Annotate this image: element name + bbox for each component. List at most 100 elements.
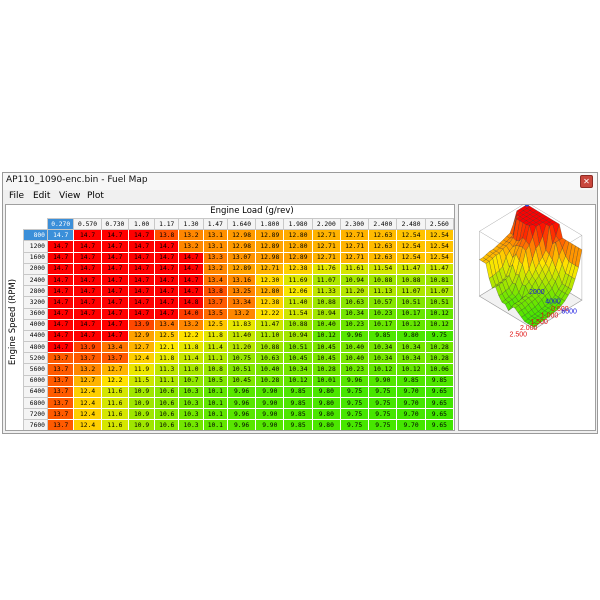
map-cell[interactable]: 12.54 — [396, 251, 426, 264]
map-cell[interactable]: 10.34 — [368, 352, 398, 365]
map-cell[interactable]: 14.7 — [128, 285, 156, 298]
map-cell[interactable]: 9.85 — [283, 385, 313, 399]
map-cell[interactable]: 14.7 — [154, 285, 180, 298]
map-cell[interactable]: 14.7 — [46, 307, 75, 320]
map-cell[interactable]: 13.07 — [226, 251, 257, 264]
map-cell[interactable]: 10.3 — [178, 419, 204, 430]
map-cell[interactable]: 9.65 — [424, 408, 454, 421]
map-cell[interactable]: 14.7 — [73, 229, 102, 242]
map-cell[interactable]: 10.88 — [255, 341, 285, 354]
row-header[interactable]: 3600 — [23, 307, 48, 320]
map-cell[interactable]: 14.7 — [100, 273, 130, 287]
map-cell[interactable]: 12.71 — [339, 229, 370, 242]
map-cell[interactable]: 10.51 — [424, 296, 454, 309]
map-cell[interactable]: 12.71 — [339, 251, 370, 264]
map-cell[interactable]: 12.54 — [396, 229, 426, 242]
map-cell[interactable]: 14.7 — [128, 262, 156, 275]
map-cell[interactable]: 9.75 — [339, 396, 370, 410]
map-cell[interactable]: 14.7 — [128, 229, 156, 242]
map-cell[interactable]: 11.61 — [339, 262, 370, 275]
map-cell[interactable]: 10.40 — [339, 341, 370, 354]
map-cell[interactable]: 11.6 — [100, 396, 130, 410]
map-cell[interactable]: 14.7 — [73, 262, 102, 275]
map-cell[interactable]: 14.7 — [73, 273, 102, 287]
row-header[interactable]: 3200 — [23, 296, 48, 309]
map-cell[interactable]: 14.7 — [73, 285, 102, 298]
map-cell[interactable]: 10.34 — [339, 307, 370, 320]
map-cell[interactable]: 14.8 — [178, 296, 204, 309]
map-cell[interactable]: 12.4 — [128, 352, 156, 365]
map-cell[interactable]: 9.75 — [368, 408, 398, 421]
map-cell[interactable]: 9.96 — [226, 419, 257, 430]
map-cell[interactable]: 13.2 — [202, 262, 228, 275]
map-cell[interactable]: 9.65 — [424, 396, 454, 410]
map-cell[interactable]: 14.7 — [46, 229, 75, 242]
map-cell[interactable]: 10.51 — [283, 341, 313, 354]
column-header[interactable]: 0.570 — [73, 217, 102, 231]
map-cell[interactable]: 14.7 — [46, 273, 75, 287]
map-cell[interactable]: 10.88 — [311, 296, 341, 309]
map-cell[interactable]: 10.45 — [283, 352, 313, 365]
map-cell[interactable]: 14.7 — [100, 285, 130, 298]
row-header[interactable]: 4800 — [23, 341, 48, 354]
map-cell[interactable]: 10.75 — [226, 352, 257, 365]
map-cell[interactable]: 10.1 — [202, 396, 228, 410]
map-cell[interactable]: 10.3 — [178, 408, 204, 421]
row-header[interactable]: 5200 — [23, 352, 48, 365]
map-cell[interactable]: 10.9 — [128, 408, 156, 421]
map-cell[interactable]: 10.12 — [396, 363, 426, 376]
map-cell[interactable]: 9.96 — [226, 408, 257, 421]
map-cell[interactable]: 10.40 — [311, 318, 341, 331]
map-cell[interactable]: 14.7 — [100, 318, 130, 331]
map-cell[interactable]: 12.9 — [128, 329, 156, 343]
map-cell[interactable]: 14.7 — [154, 240, 180, 253]
map-cell[interactable]: 12.1 — [154, 341, 180, 354]
map-cell[interactable]: 14.7 — [73, 307, 102, 320]
map-cell[interactable]: 10.45 — [226, 374, 257, 387]
map-cell[interactable]: 12.4 — [73, 385, 102, 399]
map-cell[interactable]: 12.4 — [73, 396, 102, 410]
map-cell[interactable]: 14.7 — [128, 307, 156, 320]
column-header[interactable]: 2.400 — [368, 217, 398, 231]
map-cell[interactable]: 11.47 — [424, 262, 454, 275]
map-cell[interactable]: 10.34 — [396, 352, 426, 365]
map-cell[interactable]: 14.7 — [100, 262, 130, 275]
map-cell[interactable]: 9.75 — [368, 419, 398, 430]
map-cell[interactable]: 12.30 — [255, 273, 285, 287]
map-cell[interactable]: 11.20 — [226, 341, 257, 354]
map-cell[interactable]: 9.85 — [368, 329, 398, 343]
map-cell[interactable]: 14.7 — [100, 296, 130, 309]
column-header[interactable]: 2.300 — [339, 217, 370, 231]
map-cell[interactable]: 10.34 — [283, 363, 313, 376]
map-cell[interactable]: 10.3 — [178, 385, 204, 399]
map-cell[interactable]: 12.63 — [368, 229, 398, 242]
map-cell[interactable]: 10.94 — [339, 273, 370, 287]
map-cell[interactable]: 11.40 — [226, 329, 257, 343]
map-cell[interactable]: 11.6 — [100, 419, 130, 430]
map-cell[interactable]: 9.85 — [283, 396, 313, 410]
column-header[interactable]: 1.800 — [255, 217, 285, 231]
map-cell[interactable]: 14.7 — [100, 229, 130, 242]
map-cell[interactable]: 13.25 — [226, 285, 257, 298]
map-cell[interactable]: 10.63 — [339, 296, 370, 309]
map-cell[interactable]: 14.7 — [73, 251, 102, 264]
map-cell[interactable]: 11.3 — [154, 363, 180, 376]
map-cell[interactable]: 10.51 — [226, 363, 257, 376]
map-cell[interactable]: 9.90 — [255, 396, 285, 410]
map-cell[interactable]: 13.2 — [178, 240, 204, 253]
map-cell[interactable]: 9.80 — [311, 419, 341, 430]
map-cell[interactable]: 12.4 — [73, 419, 102, 430]
map-cell[interactable]: 9.80 — [311, 396, 341, 410]
row-header[interactable]: 2000 — [23, 262, 48, 275]
map-cell[interactable]: 14.7 — [100, 307, 130, 320]
map-cell[interactable]: 10.34 — [396, 341, 426, 354]
map-cell[interactable]: 9.80 — [311, 385, 341, 399]
map-cell[interactable]: 9.65 — [424, 419, 454, 430]
menu-edit[interactable]: Edit — [33, 191, 50, 201]
map-cell[interactable]: 13.7 — [46, 363, 75, 376]
map-cell[interactable]: 12.71 — [255, 262, 285, 275]
map-cell[interactable]: 10.88 — [283, 318, 313, 331]
row-header[interactable]: 2800 — [23, 285, 48, 298]
row-header[interactable]: 1600 — [23, 251, 48, 264]
map-cell[interactable]: 11.10 — [255, 329, 285, 343]
